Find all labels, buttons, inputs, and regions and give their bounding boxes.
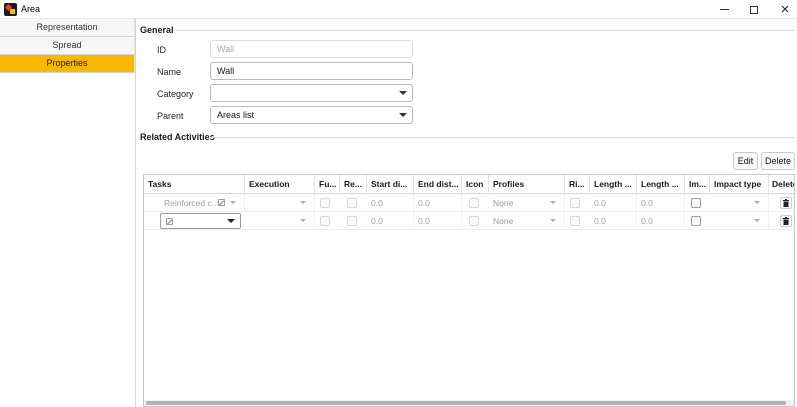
category-label: Category — [157, 89, 194, 99]
trash-icon — [783, 199, 789, 207]
sidebar-item-label: Properties — [46, 58, 88, 68]
icon-checkbox[interactable] — [469, 198, 479, 208]
scrollbar-thumb[interactable] — [146, 401, 786, 405]
col-im[interactable]: Im... — [685, 175, 710, 194]
app-logo-icon — [4, 3, 17, 16]
sidebar: Representation Spread Properties — [0, 19, 136, 407]
fu-checkbox[interactable] — [320, 198, 330, 208]
execution-cell[interactable] — [245, 212, 315, 230]
edit-button[interactable]: Edit — [733, 152, 758, 170]
col-icon[interactable]: Icon — [462, 175, 489, 194]
col-end-distance[interactable]: End dist... — [414, 175, 462, 194]
parent-label: Parent — [157, 111, 184, 121]
end-distance-cell[interactable]: 0.0 — [414, 194, 462, 212]
re-checkbox[interactable] — [347, 216, 357, 226]
end-distance-cell[interactable]: 0.0 — [414, 212, 462, 230]
parent-select[interactable]: Areas list — [210, 106, 413, 124]
general-section-title: General — [140, 25, 174, 35]
parent-value: Areas list — [217, 110, 255, 120]
task-select[interactable] — [160, 213, 241, 229]
im-checkbox[interactable] — [691, 198, 701, 208]
name-field[interactable]: Wall — [210, 62, 413, 80]
close-icon: ✕ — [780, 4, 790, 16]
length-2-cell[interactable]: 0.0 — [637, 194, 685, 212]
fu-checkbox[interactable] — [320, 216, 330, 226]
col-execution[interactable]: Execution — [245, 175, 315, 194]
col-length-1[interactable]: Length ... — [590, 175, 637, 194]
length-1-cell[interactable]: 0.0 — [590, 212, 637, 230]
task-cell[interactable]: Reinforced c... — [160, 194, 245, 212]
activities-grid: Tasks Execution Fu... Re... Start di... … — [143, 174, 795, 407]
col-start-distance[interactable]: Start di... — [367, 175, 414, 194]
table-row: Reinforced c... 0.0 0.0 None 0.0 0.0 — [144, 194, 794, 212]
table-row: 0.0 0.0 None 0.0 0.0 — [144, 212, 794, 230]
chevron-down-icon — [230, 201, 236, 204]
chevron-down-icon — [227, 219, 235, 223]
edit-icon — [166, 218, 173, 225]
profile-value: None — [493, 198, 514, 208]
execution-cell[interactable] — [245, 194, 315, 212]
chevron-down-icon — [399, 91, 407, 95]
horizontal-scrollbar[interactable] — [144, 400, 794, 406]
col-tasks[interactable]: Tasks — [144, 175, 245, 194]
edit-icon — [218, 199, 225, 206]
sidebar-item-properties[interactable]: Properties — [0, 55, 135, 73]
section-divider — [210, 137, 795, 138]
name-label: Name — [157, 67, 182, 77]
chevron-down-icon — [754, 219, 760, 222]
col-fu[interactable]: Fu... — [315, 175, 340, 194]
row-delete-button[interactable] — [780, 215, 792, 227]
id-field: Wall — [210, 40, 413, 58]
col-ri[interactable]: Ri... — [565, 175, 590, 194]
chevron-down-icon — [550, 201, 556, 204]
row-delete-button[interactable] — [780, 197, 792, 209]
col-re[interactable]: Re... — [340, 175, 367, 194]
chevron-down-icon — [300, 219, 306, 222]
section-divider — [176, 30, 795, 31]
length-1-cell[interactable]: 0.0 — [590, 194, 637, 212]
related-activities-title: Related Activities — [140, 132, 215, 142]
close-button[interactable]: ✕ — [767, 0, 797, 19]
impact-type-cell[interactable] — [710, 212, 769, 230]
chevron-down-icon — [550, 219, 556, 222]
col-impact-type[interactable]: Impact type — [710, 175, 769, 194]
profile-cell[interactable]: None — [489, 212, 565, 230]
name-value: Wall — [217, 66, 235, 76]
task-value: Reinforced c... — [164, 198, 219, 208]
maximize-icon — [750, 5, 758, 14]
start-distance-cell[interactable]: 0.0 — [367, 194, 414, 212]
chevron-down-icon — [399, 113, 407, 117]
sidebar-item-label: Representation — [36, 22, 98, 32]
trash-icon — [783, 217, 789, 225]
grid-header-row: Tasks Execution Fu... Re... Start di... … — [144, 175, 794, 194]
chevron-down-icon — [300, 201, 306, 204]
delete-button-label: Delete — [764, 156, 791, 166]
re-checkbox[interactable] — [347, 198, 357, 208]
col-delete[interactable]: Delete — [769, 175, 794, 194]
ri-checkbox[interactable] — [570, 198, 580, 208]
id-label: ID — [157, 45, 166, 55]
impact-type-cell[interactable] — [710, 194, 769, 212]
edit-button-label: Edit — [737, 156, 754, 166]
id-value: Wall — [217, 44, 235, 54]
sidebar-item-representation[interactable]: Representation — [0, 19, 135, 37]
category-select[interactable] — [210, 84, 413, 102]
icon-checkbox[interactable] — [469, 216, 479, 226]
col-profiles[interactable]: Profiles — [489, 175, 565, 194]
profile-value: None — [493, 216, 514, 226]
profile-cell[interactable]: None — [489, 194, 565, 212]
chevron-down-icon — [754, 201, 760, 204]
length-2-cell[interactable]: 0.0 — [637, 212, 685, 230]
window-title: Area — [21, 4, 41, 14]
col-length-2[interactable]: Length ... — [637, 175, 685, 194]
start-distance-cell[interactable]: 0.0 — [367, 212, 414, 230]
sidebar-item-label: Spread — [52, 40, 82, 50]
ri-checkbox[interactable] — [570, 216, 580, 226]
delete-button[interactable]: Delete — [761, 152, 795, 170]
minimize-icon — [719, 9, 729, 10]
sidebar-item-spread[interactable]: Spread — [0, 37, 135, 55]
im-checkbox[interactable] — [691, 216, 701, 226]
title-bar: Area ✕ — [0, 0, 797, 19]
